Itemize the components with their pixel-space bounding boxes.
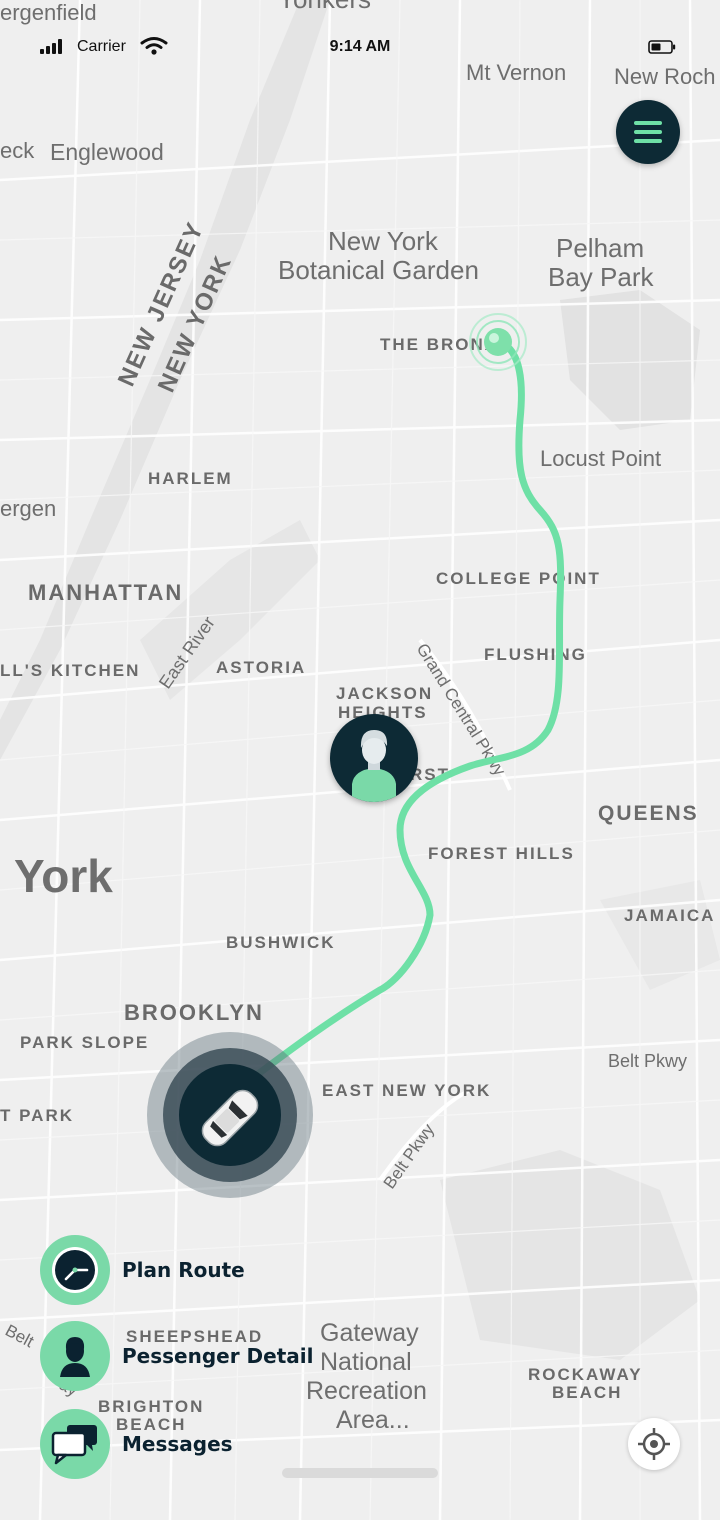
label-manhattan: MANHATTAN <box>28 580 183 605</box>
label-pelham-2: Bay Park <box>548 262 654 292</box>
label-flushing: FLUSHING <box>484 645 587 664</box>
label-rockaway-1: ROCKAWAY <box>528 1365 643 1384</box>
label-rockaway-2: BEACH <box>552 1383 622 1402</box>
label-t-park: T PARK <box>0 1106 74 1125</box>
label-botanical-garden-1: New York <box>328 226 439 256</box>
label-locust-point: Locust Point <box>540 446 661 471</box>
messages-button[interactable] <box>40 1409 110 1479</box>
messages-label: Messages <box>122 1432 233 1456</box>
crosshair-icon <box>638 1428 670 1460</box>
label-pelham-1: Pelham <box>556 233 644 263</box>
label-hells-kitchen: LL'S KITCHEN <box>0 661 140 680</box>
label-astoria: ASTORIA <box>216 658 306 677</box>
label-queens: QUEENS <box>598 802 699 825</box>
plan-route-button[interactable] <box>40 1235 110 1305</box>
label-east-new-york: EAST NEW YORK <box>322 1081 491 1100</box>
label-yonkers: Yonkers <box>278 0 371 14</box>
plan-route-action[interactable]: Plan Route <box>40 1234 420 1306</box>
battery-icon <box>648 40 676 54</box>
label-bergen: ergen <box>0 496 56 521</box>
label-bergenfield: ergenfield <box>0 0 97 25</box>
label-botanical-garden-2: Botanical Garden <box>278 255 479 285</box>
label-brooklyn: BROOKLYN <box>124 1000 264 1025</box>
status-bar: Carrier 9:14 AM <box>0 30 720 66</box>
locate-button[interactable] <box>628 1418 680 1470</box>
home-indicator[interactable] <box>282 1468 438 1478</box>
status-time: 9:14 AM <box>329 38 391 55</box>
label-york: York <box>14 850 113 902</box>
label-the-bronx: THE BRONX <box>380 335 498 354</box>
user-avatar-icon <box>352 730 396 802</box>
passenger-marker[interactable] <box>330 714 418 802</box>
label-belt-pkwy-east: Belt Pkwy <box>608 1051 687 1071</box>
label-englewood: Englewood <box>50 139 164 165</box>
label-jackson-heights-1: JACKSON <box>336 684 433 703</box>
label-harlem: HARLEM <box>148 469 233 488</box>
car-icon <box>201 1089 259 1147</box>
passenger-detail-button[interactable] <box>40 1321 110 1391</box>
menu-button[interactable] <box>616 100 680 164</box>
label-new-rochelle: New Roch <box>614 64 715 89</box>
plan-route-label: Plan Route <box>122 1258 245 1282</box>
chat-bubbles-icon <box>51 1425 97 1465</box>
label-forest-hills: FOREST HILLS <box>428 844 575 863</box>
label-bushwick: BUSHWICK <box>226 933 336 952</box>
clock-icon <box>52 1247 98 1293</box>
person-icon <box>60 1337 90 1377</box>
label-college-point: COLLEGE POINT <box>436 569 601 588</box>
passenger-detail-action[interactable]: Pessenger Detail <box>40 1320 420 1392</box>
passenger-detail-label: Pessenger Detail <box>122 1344 314 1368</box>
label-park-slope: PARK SLOPE <box>20 1033 149 1052</box>
label-jamaica: JAMAICA <box>624 906 715 925</box>
label-teaneck: eck <box>0 138 35 163</box>
